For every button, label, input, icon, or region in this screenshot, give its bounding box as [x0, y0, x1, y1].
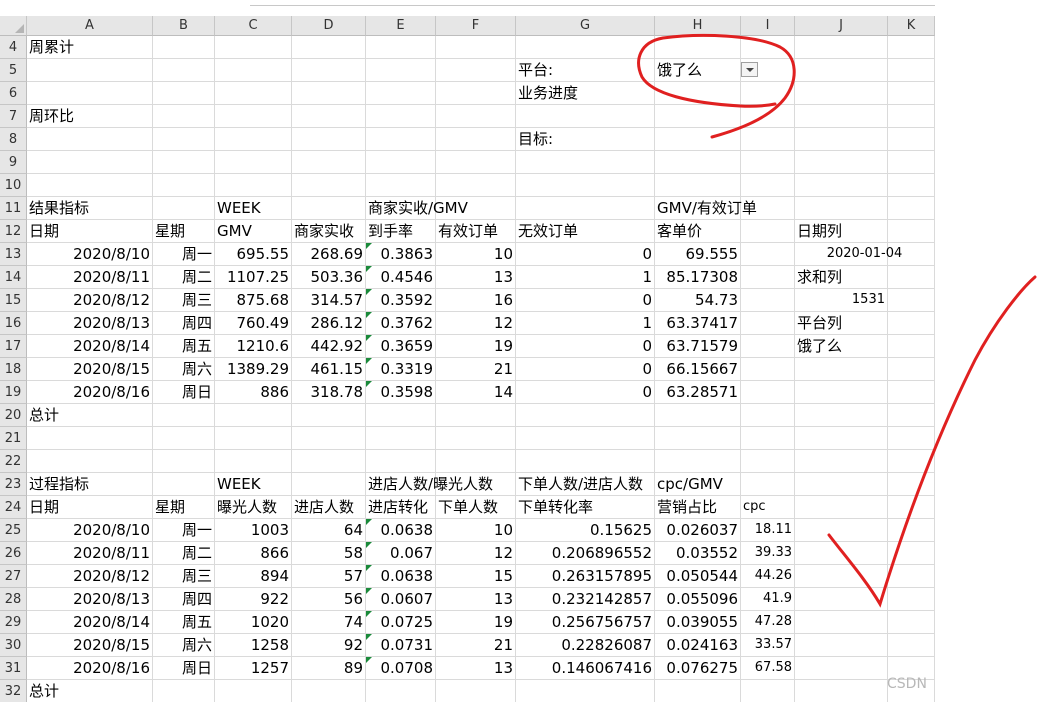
red-annotations [637, 33, 1037, 608]
red-circle-annotation [637, 33, 796, 139]
red-checkmark-annotation [827, 275, 1037, 608]
